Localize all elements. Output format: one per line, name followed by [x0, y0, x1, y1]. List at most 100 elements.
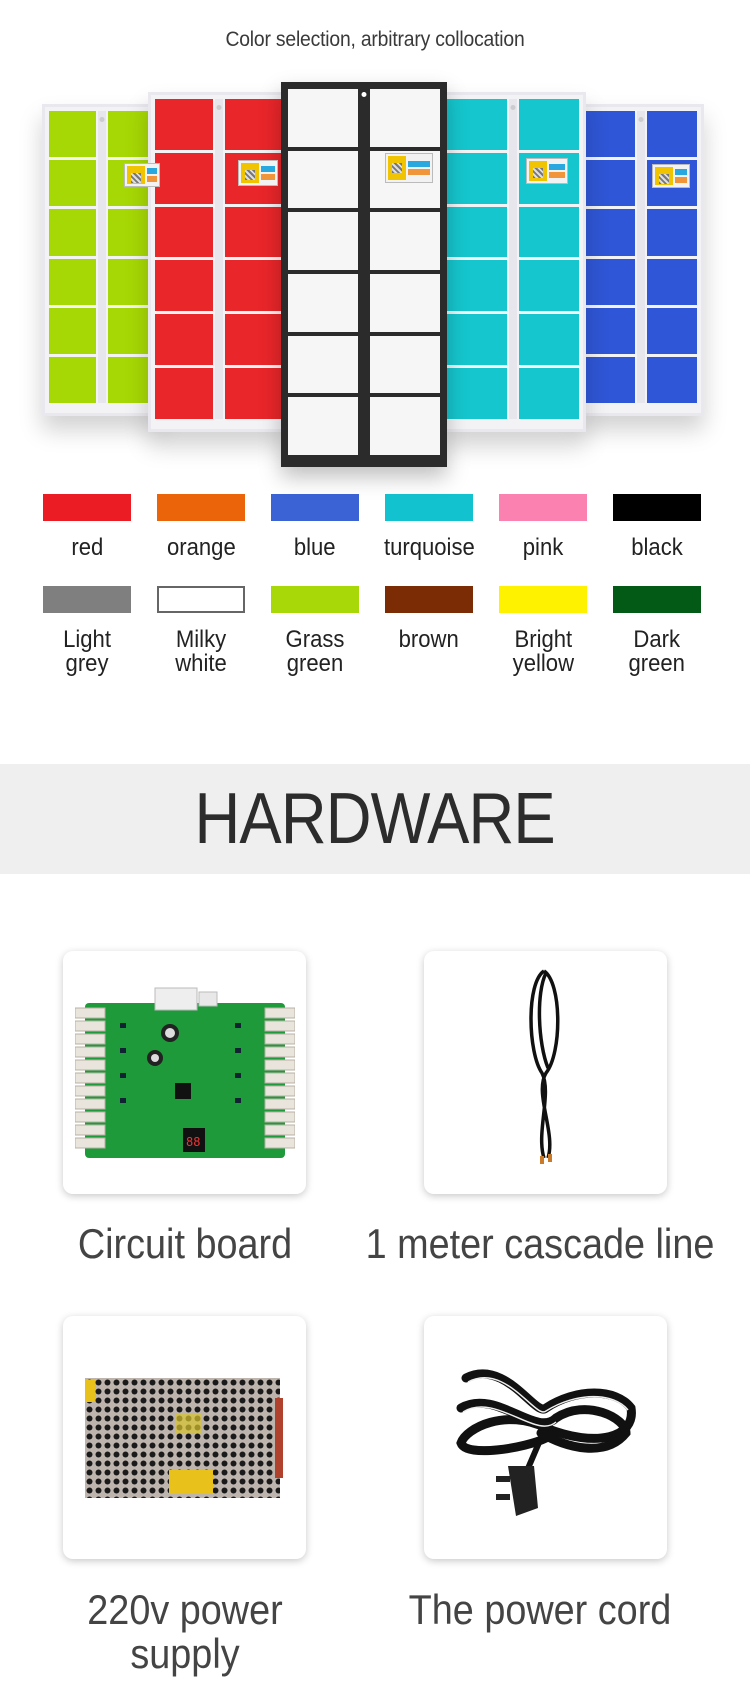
qr-sticker — [652, 164, 690, 188]
sticker-blue-button — [147, 168, 157, 174]
locker-pillar — [215, 99, 223, 419]
locker-column — [155, 99, 213, 419]
qr-sticker — [238, 160, 278, 186]
swatch-color-box — [43, 494, 131, 521]
sticker-orange-button — [675, 177, 687, 183]
swatch-label: Light grey — [63, 626, 111, 677]
locker-door — [447, 206, 507, 258]
locker-door — [647, 111, 697, 158]
swatch-black[interactable]: black — [600, 494, 714, 586]
svg-text:88: 88 — [186, 1135, 200, 1149]
locker-door — [225, 314, 283, 366]
locker-door — [519, 206, 579, 258]
swatch-milky-white[interactable]: Milky white — [144, 586, 258, 678]
locker-door — [370, 397, 440, 456]
locker-door — [370, 212, 440, 271]
locker-door — [49, 209, 96, 256]
locker-pillar — [509, 99, 517, 419]
locker-door — [155, 206, 213, 258]
locker-column — [447, 99, 507, 419]
swatch-light-grey[interactable]: Light grey — [30, 586, 144, 678]
swatch-label: brown — [398, 626, 460, 653]
locker-door — [585, 111, 635, 158]
swatch-color-box — [385, 586, 473, 613]
locker-door — [49, 307, 96, 354]
swatch-label: turquoise — [383, 534, 475, 561]
locker-door — [370, 89, 440, 147]
swatch-orange[interactable]: orange — [144, 494, 258, 586]
circuit-board-label: Circuit board — [77, 1220, 293, 1267]
power-cord-label: The power cord — [408, 1586, 672, 1633]
swatch-pink[interactable]: pink — [486, 494, 600, 586]
locker-door — [155, 152, 213, 204]
swatch-color-box — [271, 494, 359, 521]
power-supply-image — [84, 1377, 283, 1498]
swatch-dark-green[interactable]: Dark green — [600, 586, 714, 678]
locker-column — [288, 89, 358, 456]
locker-door — [519, 260, 579, 312]
locker-door — [447, 314, 507, 366]
locker-column — [585, 111, 635, 404]
locker-door — [647, 258, 697, 305]
locker-door — [647, 356, 697, 404]
locker-door — [647, 209, 697, 256]
swatch-label: orange — [166, 534, 236, 561]
locker-column — [519, 99, 579, 419]
locker-door — [585, 307, 635, 354]
swatch-label: red — [71, 534, 103, 561]
locker-red — [148, 92, 290, 432]
power-cord-card[interactable] — [424, 1316, 667, 1559]
swatch-label: Milky white — [175, 626, 227, 677]
locker-door — [585, 356, 635, 404]
power-cord-image — [455, 1368, 636, 1516]
sticker-orange-button — [147, 176, 157, 182]
swatch-label: Dark green — [628, 626, 686, 677]
swatch-color-box — [43, 586, 131, 613]
locker-door — [155, 260, 213, 312]
locker-door — [155, 314, 213, 366]
swatch-row-2: Light grey Milky white Grass green brown… — [30, 586, 720, 678]
locker-column — [370, 89, 440, 456]
cascade-line-label: 1 meter cascade line — [365, 1220, 715, 1267]
swatch-color-box — [157, 586, 245, 613]
circuit-board-card[interactable]: 88 — [63, 951, 306, 1194]
locker-door — [519, 368, 579, 419]
qr-sticker — [385, 153, 433, 183]
swatch-grass-green[interactable]: Grass green — [258, 586, 372, 678]
locker-blue — [578, 104, 704, 416]
swatch-red[interactable]: red — [30, 494, 144, 586]
locker-pillar — [358, 89, 370, 455]
sticker-blue-button — [549, 164, 565, 170]
color-selection-subtitle: Color selection, arbitrary collocation — [225, 28, 525, 51]
locker-door — [447, 152, 507, 204]
qr-code-icon — [241, 163, 259, 183]
locker-door — [585, 209, 635, 256]
locker-door — [370, 335, 440, 394]
swatch-bright-yellow[interactable]: Bright yellow — [486, 586, 600, 678]
locker-door — [49, 258, 96, 305]
locker-column — [49, 111, 96, 404]
swatch-color-box — [613, 586, 701, 613]
qr-code-icon — [529, 161, 547, 181]
cascade-line-card[interactable] — [424, 951, 667, 1194]
locker-showcase — [0, 70, 750, 490]
locker-door — [288, 150, 358, 209]
locker-door — [288, 212, 358, 271]
swatch-color-box — [499, 586, 587, 613]
locker-door — [225, 368, 283, 419]
sticker-orange-button — [408, 169, 430, 175]
locker-door — [225, 99, 283, 150]
sticker-orange-button — [261, 174, 275, 180]
hardware-title: HARDWARE — [194, 779, 556, 859]
qr-code-icon — [655, 167, 673, 185]
circuit-board-image: 88 — [74, 987, 295, 1158]
qr-sticker — [526, 158, 568, 184]
power-supply-card[interactable] — [63, 1316, 306, 1559]
swatch-label: pink — [522, 534, 564, 561]
locker-milky-white — [281, 82, 447, 467]
swatch-blue[interactable]: blue — [258, 494, 372, 586]
swatch-brown[interactable]: brown — [372, 586, 486, 678]
locker-door — [585, 160, 635, 207]
swatch-turquoise[interactable]: turquoise — [372, 494, 486, 586]
sticker-blue-button — [675, 169, 687, 175]
